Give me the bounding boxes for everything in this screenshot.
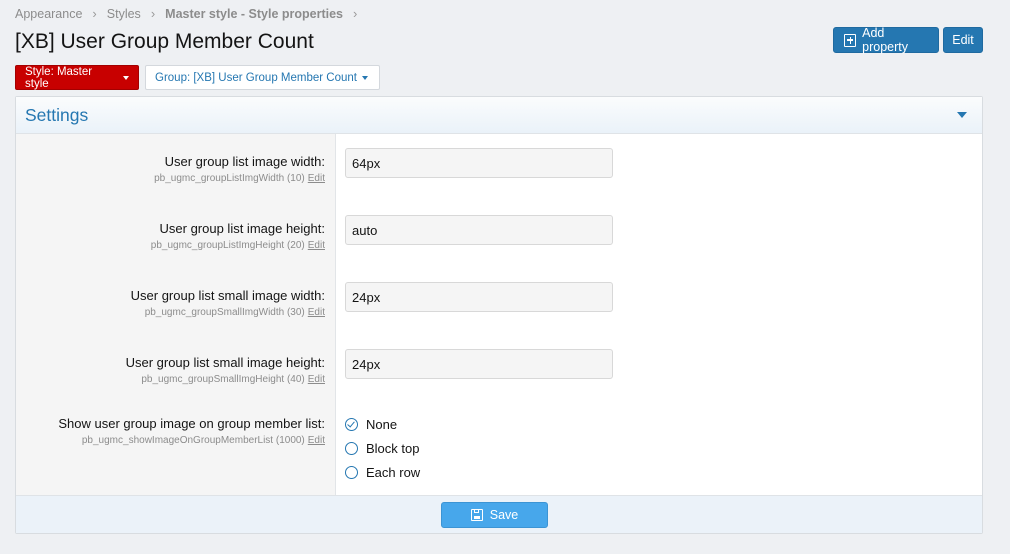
property-edit-link[interactable]: Edit: [308, 173, 325, 184]
edit-label: Edit: [952, 33, 974, 47]
property-label: User group list image height: pb_ugmc_gr…: [151, 221, 325, 251]
radio-option-each-row[interactable]: Each row: [345, 465, 420, 480]
property-label: User group list small image height: pb_u…: [126, 355, 325, 385]
breadcrumb-style-properties[interactable]: Master style - Style properties: [165, 7, 343, 21]
settings-panel-header[interactable]: Settings: [16, 97, 982, 134]
chevron-right-icon: ›: [92, 6, 97, 21]
form-footer: Save: [16, 495, 982, 533]
add-property-label: Add property: [862, 26, 908, 54]
radio-unchecked-icon[interactable]: [345, 466, 358, 479]
radio-label: None: [366, 417, 398, 432]
style-menu-label: Style: Master style: [25, 65, 93, 90]
small-image-height-input[interactable]: 24px: [345, 349, 613, 379]
property-edit-link[interactable]: Edit: [308, 374, 325, 385]
breadcrumb: Appearance › Styles › Master style - Sty…: [15, 6, 367, 21]
property-hint: pb_ugmc_groupSmallImgHeight (40) Edit: [126, 374, 325, 385]
save-label: Save: [489, 508, 519, 522]
settings-panel-body: User group list image width: pb_ugmc_gro…: [16, 134, 982, 495]
save-icon: [470, 509, 483, 521]
radio-option-block-top[interactable]: Block top: [345, 441, 419, 456]
collapse-toggle-icon[interactable]: [957, 112, 967, 118]
property-label: User group list small image width: pb_ug…: [131, 288, 325, 318]
edit-button[interactable]: Edit: [943, 27, 983, 53]
settings-panel: Settings User group list image width: pb…: [15, 96, 983, 534]
property-edit-link[interactable]: Edit: [308, 307, 325, 318]
radio-label: Each row: [366, 465, 421, 480]
radio-checked-icon[interactable]: [345, 418, 358, 431]
property-id: pb_ugmc_groupListImgWidth (10): [154, 173, 305, 184]
caret-down-icon: [123, 75, 129, 80]
image-height-input[interactable]: auto: [345, 215, 613, 245]
property-id: pb_ugmc_groupSmallImgWidth (30): [144, 307, 305, 318]
breadcrumb-styles[interactable]: Styles: [107, 7, 141, 21]
panel-title: Settings: [25, 104, 89, 125]
property-title: User group list image width:: [164, 154, 325, 169]
property-id: pb_ugmc_groupListImgHeight (20): [150, 240, 305, 251]
caret-down-icon: [361, 75, 368, 80]
breadcrumb-appearance[interactable]: Appearance: [15, 7, 82, 21]
page-title: [XB] User Group Member Count: [15, 30, 314, 53]
property-hint: pb_ugmc_showImageOnGroupMemberList (1000…: [58, 435, 325, 446]
chevron-right-icon: ›: [353, 6, 358, 21]
radio-label: Block top: [366, 441, 420, 456]
property-label: Show user group image on group member li…: [58, 416, 325, 446]
property-label: User group list image width: pb_ugmc_gro…: [154, 154, 325, 184]
property-edit-link[interactable]: Edit: [308, 435, 325, 446]
property-id: pb_ugmc_showImageOnGroupMemberList (1000…: [81, 435, 305, 446]
style-menu-button[interactable]: Style: Master style: [15, 65, 139, 90]
add-property-button[interactable]: Add property: [833, 26, 939, 54]
property-edit-link[interactable]: Edit: [308, 240, 325, 251]
plus-square-icon: [844, 33, 857, 47]
radio-option-none[interactable]: None: [345, 417, 397, 432]
group-menu-label: Group: [XB] User Group Member Count: [155, 71, 357, 84]
chevron-right-icon: ›: [150, 6, 156, 21]
property-hint: pb_ugmc_groupListImgWidth (10) Edit: [154, 173, 325, 184]
property-title: User group list small image height:: [125, 355, 325, 370]
save-button[interactable]: Save: [441, 502, 548, 528]
group-menu-button[interactable]: Group: [XB] User Group Member Count: [145, 65, 380, 90]
property-title: User group list small image width:: [130, 288, 325, 303]
property-title: Show user group image on group member li…: [58, 416, 325, 431]
small-image-width-input[interactable]: 24px: [345, 282, 613, 312]
property-id: pb_ugmc_groupSmallImgHeight (40): [141, 374, 305, 385]
property-title: User group list image height:: [159, 221, 325, 236]
radio-unchecked-icon[interactable]: [345, 442, 358, 455]
image-width-input[interactable]: 64px: [345, 148, 613, 178]
property-hint: pb_ugmc_groupListImgHeight (20) Edit: [151, 240, 325, 251]
property-hint: pb_ugmc_groupSmallImgWidth (30) Edit: [131, 307, 325, 318]
